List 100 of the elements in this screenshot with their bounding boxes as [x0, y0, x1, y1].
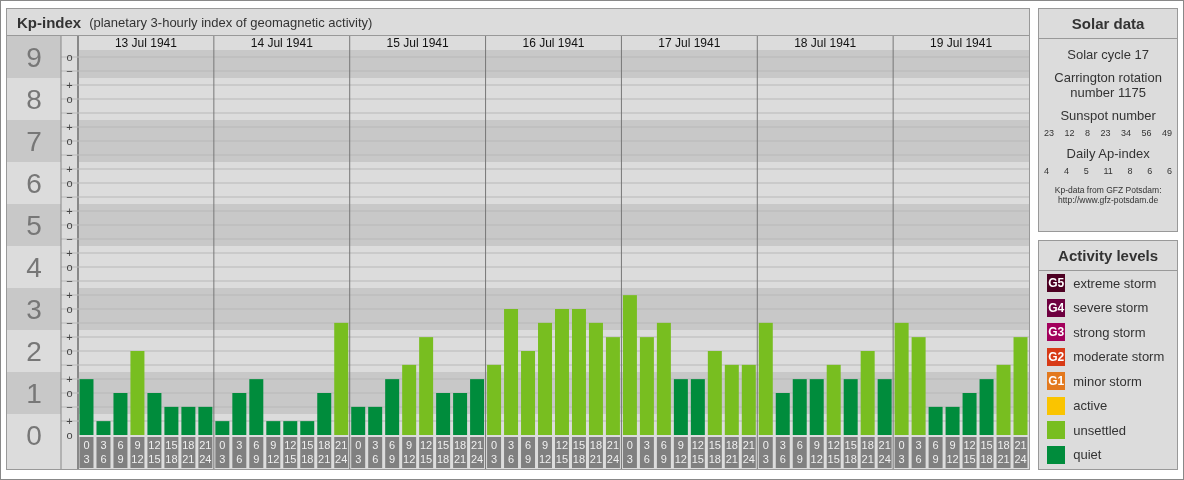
sunspot-value: 23 [1100, 128, 1111, 138]
sunspot-value: 56 [1141, 128, 1152, 138]
minor-tick-label: o [66, 386, 73, 399]
day-label: 14 Jul 1941 [250, 36, 313, 50]
level-swatch: G3 [1047, 323, 1066, 342]
hour-label: 18 21 [724, 437, 739, 468]
y-axis-label: 2 [26, 336, 42, 367]
x-tick-label: 6 9 [932, 439, 939, 465]
panel-title: Activity levels [1039, 241, 1177, 271]
y-axis-label: 3 [26, 294, 42, 325]
sunspot-value: 23 [1044, 128, 1055, 138]
hour-label: 18 21 [860, 437, 875, 468]
hour-label: 0 3 [894, 437, 909, 468]
hour-label: 15 18 [707, 437, 722, 468]
hour-label: 12 15 [283, 437, 298, 468]
ap-value: 6 [1167, 166, 1173, 176]
sunspot-value: 12 [1064, 128, 1075, 138]
hour-label: 0 3 [215, 437, 230, 468]
x-tick-label: 3 6 [100, 439, 107, 465]
hour-label: 21 24 [877, 437, 892, 468]
hour-label: 0 3 [487, 437, 502, 468]
hour-label: 15 18 [300, 437, 315, 468]
sunspot-value: 34 [1121, 128, 1132, 138]
y-axis-label: 4 [26, 252, 42, 283]
minor-tick-label: o [66, 218, 73, 231]
hour-label: 18 21 [453, 437, 468, 468]
hour-label: 6 9 [113, 437, 128, 468]
panel-title: Solar data [1039, 9, 1177, 39]
minor-tick-label: o [66, 50, 73, 63]
hour-label: 3 6 [232, 437, 247, 468]
y-axis-label: 8 [26, 84, 42, 115]
hour-label: 12 15 [962, 437, 977, 468]
x-tick-label: 3 6 [236, 439, 243, 465]
hour-label: 12 15 [147, 437, 162, 468]
hour-label: 15 18 [979, 437, 994, 468]
hour-label: 21 24 [198, 437, 213, 468]
level-label: moderate storm [1073, 349, 1165, 365]
day-label: 19 Jul 1941 [930, 36, 993, 50]
minor-tick-label: o [66, 302, 73, 315]
hour-label: 21 24 [605, 437, 620, 468]
minor-tick-label: − [66, 400, 73, 413]
minor-tick-label: o [66, 176, 73, 189]
level-swatch: G1 [1047, 372, 1066, 391]
hour-label: 21 24 [741, 437, 756, 468]
chart-subtitle: (planetary 3-hourly index of geomagnetic activity) [89, 14, 373, 30]
section-heading: Sunspot number [1060, 108, 1156, 123]
section-heading: Daily Ap-index [1066, 146, 1150, 161]
source-url: http://www.gfz-potsdam.de [1058, 195, 1159, 205]
hour-label: 9 12 [266, 437, 281, 468]
minor-tick-label: o [66, 260, 73, 273]
y-axis-label: 1 [26, 378, 42, 409]
minor-tick-label: + [66, 162, 73, 175]
level-label: quiet [1073, 447, 1102, 463]
hour-label: 18 21 [996, 437, 1011, 468]
x-tick-label: 0 3 [762, 439, 769, 465]
minor-tick-label: o [66, 134, 73, 147]
hour-label: 9 12 [130, 437, 145, 468]
x-tick-label: 0 3 [83, 439, 90, 465]
hour-label: 9 12 [673, 437, 688, 468]
x-tick-label: 6 9 [389, 439, 396, 465]
sunspot-value: 49 [1162, 128, 1173, 138]
y-axis-label: 6 [26, 168, 42, 199]
hour-label: 3 6 [368, 437, 383, 468]
hour-label: 15 18 [436, 437, 451, 468]
level-swatch: G2 [1047, 347, 1066, 366]
hour-label: 6 9 [792, 437, 807, 468]
minor-tick-label: + [66, 414, 73, 427]
x-tick-label: 3 6 [507, 439, 515, 465]
hour-label: 15 18 [843, 437, 858, 468]
ap-value: 6 [1147, 166, 1153, 176]
ap-value: 11 [1103, 166, 1113, 176]
minor-tick-label: o [66, 428, 73, 441]
hour-label: 6 9 [249, 437, 264, 468]
x-tick-label: 3 6 [779, 439, 786, 465]
x-tick-label: 3 6 [372, 439, 379, 465]
minor-tick-label: o [66, 92, 73, 105]
level-label: extreme storm [1073, 275, 1157, 291]
minor-tick-label: + [66, 204, 73, 217]
minor-tick-label: + [66, 120, 73, 133]
hour-label: 0 3 [79, 437, 94, 468]
day-label: 18 Jul 1941 [794, 36, 857, 50]
x-tick-label: 3 6 [915, 439, 922, 465]
minor-tick-label: − [66, 148, 73, 161]
hour-label: 0 3 [758, 437, 773, 468]
hour-label: 15 18 [572, 437, 586, 468]
ap-value: 4 [1063, 166, 1069, 176]
level-swatch: G4 [1047, 298, 1066, 317]
hour-label: 0 3 [351, 437, 366, 468]
hour-label: 21 24 [1013, 437, 1028, 468]
hour-label: 18 21 [317, 437, 332, 468]
y-axis-label: 0 [26, 420, 42, 451]
hour-label: 12 15 [690, 437, 705, 468]
minor-tick-label: o [66, 344, 73, 357]
hour-label: 18 21 [588, 437, 603, 468]
ap-value: 5 [1083, 166, 1089, 176]
minor-tick-label: + [66, 372, 73, 385]
hour-label: 3 6 [775, 437, 790, 468]
hour-label: 9 12 [402, 437, 417, 468]
sunspot-value: 8 [1085, 128, 1091, 138]
x-tick-label: 0 3 [219, 439, 226, 465]
